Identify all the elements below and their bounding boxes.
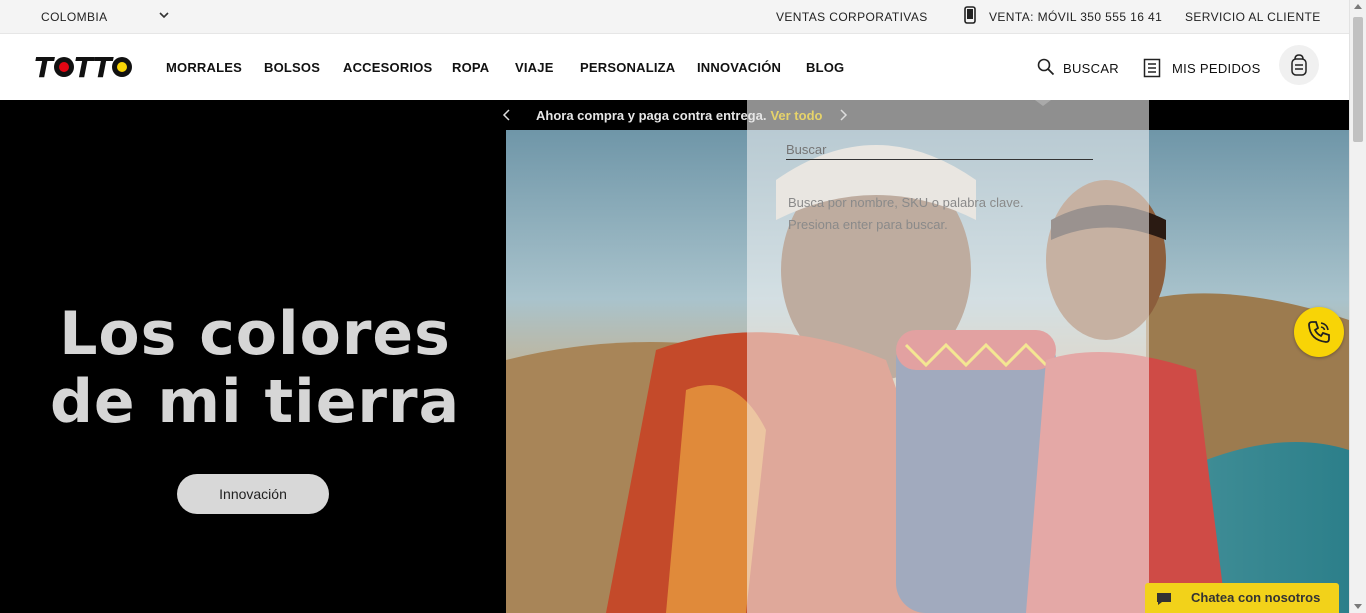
search-button[interactable]: BUSCAR [1063,61,1119,76]
nav-item-ropa[interactable]: ROPA [452,60,489,75]
nav-item-viaje[interactable]: VIAJE [515,60,554,75]
search-dropdown-panel: Busca por nombre, SKU o palabra clave. P… [747,130,1149,613]
nav-item-morrales[interactable]: MORRALES [166,60,242,75]
scroll-up-arrow[interactable] [1354,4,1362,9]
call-icon [1308,321,1330,343]
scroll-down-arrow[interactable] [1354,604,1362,609]
hero-title-line-1: Los colores [59,299,451,369]
svg-text:TT: TT [74,51,114,83]
nav-item-innovacion[interactable]: INNOVACIÓN [697,60,781,75]
corporate-sales-link[interactable]: VENTAS CORPORATIVAS [776,10,928,24]
hero-cta-button[interactable]: Innovación [177,474,329,514]
scroll-thumb[interactable] [1353,17,1363,142]
promo-text: Ahora compra y paga contra entrega. [536,108,767,123]
promo-link[interactable]: Ver todo [770,108,822,123]
nav-item-bolsos[interactable]: BOLSOS [264,60,320,75]
backpack-cart-icon [1291,54,1307,76]
svg-text:T: T [34,51,55,83]
chat-icon [1157,593,1171,605]
orders-icon[interactable] [1143,58,1161,78]
chevron-right-icon[interactable] [836,106,850,124]
search-hint-line-1: Busca por nombre, SKU o palabra clave. [788,195,1024,210]
page-scrollbar[interactable] [1349,0,1366,613]
search-panel-caret [1035,100,1051,106]
customer-service-link[interactable]: SERVICIO AL CLIENTE [1185,10,1321,24]
nav-item-personaliza[interactable]: PERSONALIZA [580,60,675,75]
nav-item-blog[interactable]: BLOG [806,60,844,75]
totto-logo[interactable]: T TT [34,51,136,83]
chevron-down-icon[interactable] [158,9,170,21]
phone-sales-link[interactable]: VENTA: MÓVIL 350 555 16 41 [989,10,1162,24]
chat-label: Chatea con nosotros [1191,590,1321,605]
search-hint: Busca por nombre, SKU o palabra clave. P… [788,192,1024,236]
my-orders-link[interactable]: MIS PEDIDOS [1172,61,1261,76]
search-input[interactable] [786,140,1093,160]
promo-message: Ahora compra y paga contra entrega. Ver t… [536,108,822,123]
search-icon[interactable] [1037,58,1055,76]
nav-item-accesorios[interactable]: ACCESORIOS [343,60,432,75]
search-hint-line-2: Presiona enter para buscar. [788,217,948,232]
country-selector[interactable]: COLOMBIA [41,10,108,24]
chevron-left-icon[interactable] [500,106,514,124]
cart-button[interactable] [1279,45,1319,85]
hero-title-line-2: de mi tierra [49,367,461,437]
call-button[interactable] [1294,307,1344,357]
phone-icon [964,6,976,24]
chat-widget[interactable]: Chatea con nosotros [1145,583,1339,613]
hero-title: Los colores de mi tierra [40,300,470,436]
main-navbar: T TT MORRALES BOLSOS ACCESORIOS ROPA VIA… [0,34,1349,100]
top-utility-bar: COLOMBIA VENTAS CORPORATIVAS VENTA: MÓVI… [0,0,1349,34]
